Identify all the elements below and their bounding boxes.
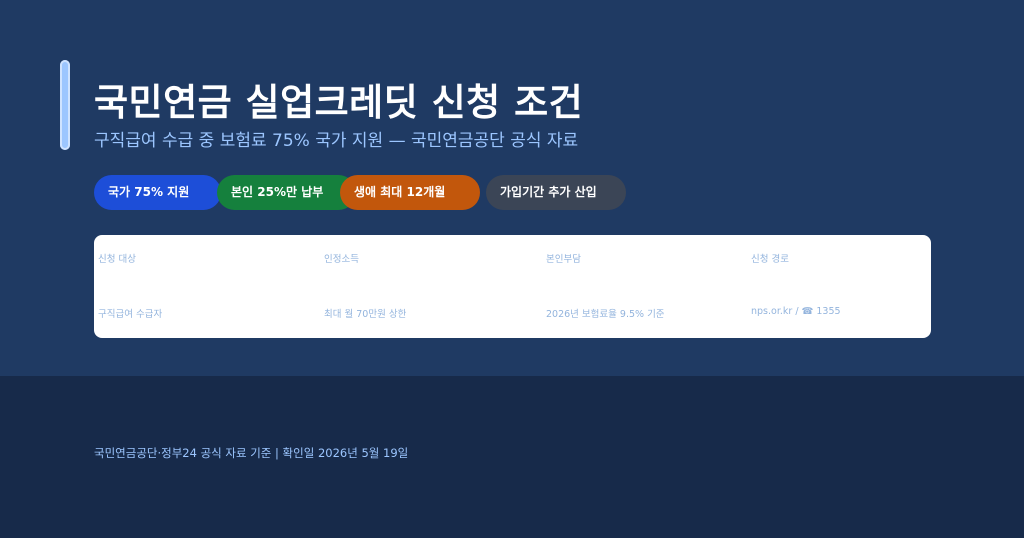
page-subtitle: 구직급여 수급 중 보험료 75% 국가 지원 — 국민연금공단 공식 자료 xyxy=(94,131,579,151)
header-self-burden: 본인부담 xyxy=(546,254,581,265)
value-self-burden: 2026년 보험료율 9.5% 기준 xyxy=(546,309,665,320)
page-title: 국민연금 실업크레딧 신청 조건 xyxy=(94,81,584,124)
tag-period-credit: 가입기간 추가 산입 xyxy=(486,175,626,210)
source-note: 국민연금공단·정부24 공식 자료 기준 | 확인일 2026년 5월 19일 xyxy=(94,446,409,460)
info-card: 신청 대상 인정소득 본인부담 신청 경로 구직급여 수급자 최대 월 70만원… xyxy=(94,235,931,338)
value-application-route: nps.or.kr / ☎ 1355 xyxy=(751,306,841,317)
value-recognized-income: 최대 월 70만원 상한 xyxy=(324,309,407,320)
tag-national-support: 국가 75% 지원 xyxy=(94,175,221,210)
header-application-route: 신청 경로 xyxy=(751,254,789,265)
tag-lifetime-max: 생애 최대 12개월 xyxy=(340,175,480,210)
value-eligibility: 구직급여 수급자 xyxy=(98,309,163,320)
header-eligibility: 신청 대상 xyxy=(98,254,136,265)
accent-bar xyxy=(60,60,70,150)
tag-self-payment: 본인 25%만 납부 xyxy=(217,175,356,210)
header-recognized-income: 인정소득 xyxy=(324,254,359,265)
